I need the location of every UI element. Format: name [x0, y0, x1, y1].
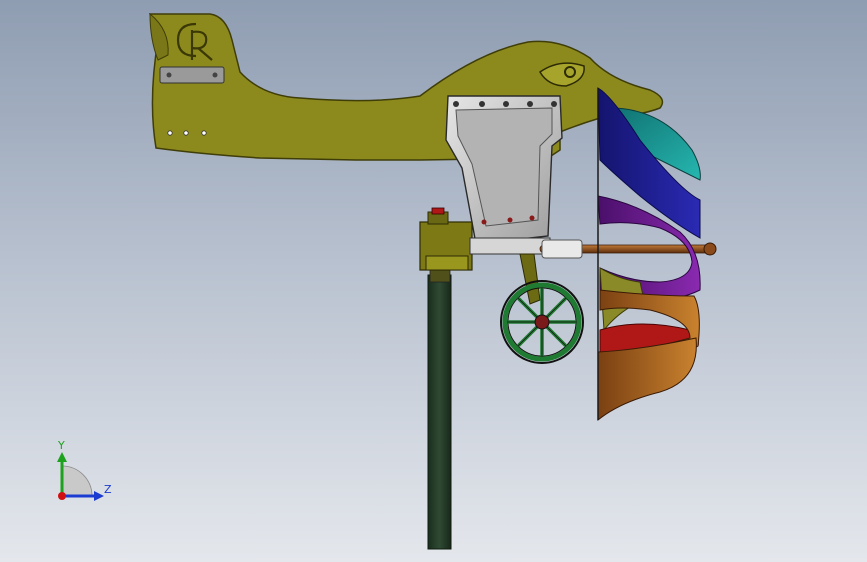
bracket-bolt [479, 101, 485, 107]
rivet-hole [167, 130, 173, 136]
bracket-bolt [507, 217, 513, 223]
pole-collar [429, 269, 451, 283]
lower-bracket-band [469, 237, 551, 255]
helical-rotor[interactable] [597, 87, 701, 422]
z-axis-arrow-icon [94, 491, 104, 501]
red-indicator [431, 207, 445, 215]
linkage-arm [519, 253, 541, 305]
y-axis-arrow-icon [57, 452, 67, 462]
bracket-bolt [481, 219, 487, 225]
wheel-hub [534, 314, 550, 330]
origin-dot [58, 492, 66, 500]
z-axis-label: Z [104, 483, 112, 496]
coordinate-triad: Y Z [57, 439, 112, 501]
rivet-hole [201, 130, 207, 136]
bracket-bolt [453, 101, 459, 107]
bracket-bolt [527, 101, 533, 107]
housing-bottom [425, 255, 469, 271]
weathervane-body[interactable] [148, 13, 664, 161]
triad-plane-quadrant [61, 465, 93, 497]
shaft-end [703, 242, 717, 256]
hinge-bolt [166, 72, 172, 78]
shaft-coupling [541, 239, 583, 259]
rivet-hole [183, 130, 189, 136]
spoked-wheel[interactable] [500, 280, 584, 364]
bracket-bolt [529, 215, 535, 221]
y-axis-label: Y [57, 439, 65, 452]
hinge-bolt [212, 72, 218, 78]
3d-viewport[interactable]: Y Z [0, 0, 867, 562]
bracket-bolt [551, 101, 557, 107]
bracket-bolt [503, 101, 509, 107]
cad-model-scene[interactable] [0, 0, 867, 562]
pole[interactable] [427, 274, 452, 550]
